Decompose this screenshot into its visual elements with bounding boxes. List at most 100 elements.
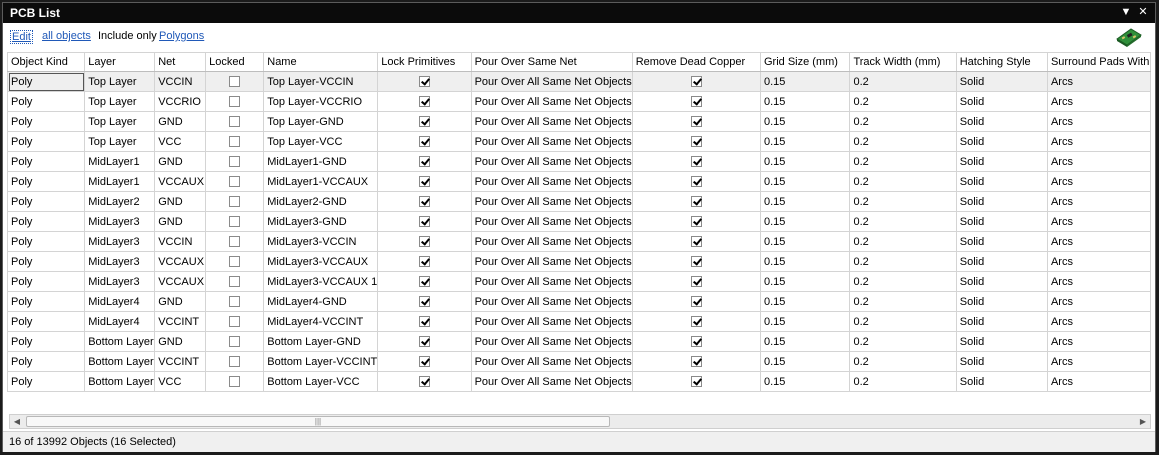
- pour-over-cell[interactable]: Pour Over All Same Net Objects: [470, 311, 633, 332]
- surround-pads-cell[interactable]: Arcs: [1046, 191, 1151, 212]
- name-cell[interactable]: MidLayer1-GND: [263, 151, 379, 172]
- pour-over-cell[interactable]: Pour Over All Same Net Objects: [470, 71, 633, 92]
- grid-size-cell[interactable]: 0.15: [759, 311, 851, 332]
- grid-size-cell[interactable]: 0.15: [759, 131, 851, 152]
- track-width-cell[interactable]: 0.2: [849, 211, 957, 232]
- grid-size-cell[interactable]: 0.15: [759, 251, 851, 272]
- locked-checkbox[interactable]: [229, 316, 241, 328]
- objects-grid[interactable]: Object Kind Layer Net Locked Name Lock Primit…: [7, 52, 1151, 412]
- remove-dead-copper-cell[interactable]: [631, 311, 762, 332]
- name-cell[interactable]: MidLayer4-VCCINT: [263, 311, 379, 332]
- net-cell[interactable]: VCCIN: [154, 71, 207, 92]
- surround-pads-cell[interactable]: Arcs: [1046, 231, 1151, 252]
- surround-pads-cell[interactable]: Arcs: [1046, 91, 1151, 112]
- object-kind-cell[interactable]: Poly: [7, 311, 86, 332]
- hatching-style-cell[interactable]: Solid: [955, 291, 1048, 312]
- remove-dead-copper-checkbox[interactable]: [690, 76, 702, 88]
- track-width-cell[interactable]: 0.2: [849, 311, 957, 332]
- net-cell[interactable]: GND: [154, 331, 207, 352]
- locked-cell[interactable]: [205, 251, 265, 272]
- remove-dead-copper-checkbox[interactable]: [690, 116, 702, 128]
- surround-pads-cell[interactable]: Arcs: [1046, 131, 1151, 152]
- locked-cell[interactable]: [205, 331, 265, 352]
- column-header-lock-primitives[interactable]: Lock Primitives: [377, 52, 472, 72]
- remove-dead-copper-cell[interactable]: [631, 71, 762, 92]
- net-cell[interactable]: VCCAUX: [154, 251, 207, 272]
- locked-cell[interactable]: [205, 131, 265, 152]
- lock-primitives-cell[interactable]: [377, 211, 472, 232]
- hatching-style-cell[interactable]: Solid: [955, 351, 1048, 372]
- layer-cell[interactable]: MidLayer4: [84, 311, 156, 332]
- layer-cell[interactable]: Top Layer: [84, 91, 156, 112]
- surround-pads-cell[interactable]: Arcs: [1046, 291, 1151, 312]
- locked-checkbox[interactable]: [229, 356, 241, 368]
- surround-pads-cell[interactable]: Arcs: [1046, 111, 1151, 132]
- track-width-cell[interactable]: 0.2: [849, 71, 957, 92]
- net-cell[interactable]: VCCIN: [154, 231, 207, 252]
- lock-primitives-cell[interactable]: [377, 351, 472, 372]
- remove-dead-copper-checkbox[interactable]: [690, 96, 702, 108]
- table-row[interactable]: Poly Top Layer VCC Top Layer-VCC Pour Over A…: [7, 131, 1151, 152]
- surround-pads-cell[interactable]: Arcs: [1046, 171, 1151, 192]
- pour-over-cell[interactable]: Pour Over All Same Net Objects: [470, 211, 633, 232]
- grid-size-cell[interactable]: 0.15: [759, 171, 851, 192]
- net-cell[interactable]: GND: [154, 151, 207, 172]
- object-kind-cell[interactable]: Poly: [7, 171, 86, 192]
- table-row[interactable]: Poly MidLayer4 GND MidLayer4-GND Pour Over A…: [7, 291, 1151, 312]
- remove-dead-copper-checkbox[interactable]: [690, 336, 702, 348]
- remove-dead-copper-cell[interactable]: [631, 91, 762, 112]
- locked-checkbox[interactable]: [229, 376, 241, 388]
- track-width-cell[interactable]: 0.2: [849, 291, 957, 312]
- layer-cell[interactable]: MidLayer3: [84, 231, 156, 252]
- lock-primitives-cell[interactable]: [377, 191, 472, 212]
- locked-cell[interactable]: [205, 371, 265, 392]
- scrollbar-thumb[interactable]: |||: [26, 416, 610, 427]
- lock-primitives-cell[interactable]: [377, 231, 472, 252]
- hatching-style-cell[interactable]: Solid: [955, 311, 1048, 332]
- track-width-cell[interactable]: 0.2: [849, 151, 957, 172]
- column-header-hatching-style[interactable]: Hatching Style: [955, 52, 1048, 72]
- locked-cell[interactable]: [205, 71, 265, 92]
- track-width-cell[interactable]: 0.2: [849, 251, 957, 272]
- locked-cell[interactable]: [205, 271, 265, 292]
- hatching-style-cell[interactable]: Solid: [955, 151, 1048, 172]
- pour-over-cell[interactable]: Pour Over All Same Net Objects: [470, 371, 633, 392]
- object-kind-cell[interactable]: Poly: [7, 331, 86, 352]
- pour-over-cell[interactable]: Pour Over All Same Net Objects: [470, 331, 633, 352]
- surround-pads-cell[interactable]: Arcs: [1046, 371, 1151, 392]
- remove-dead-copper-cell[interactable]: [631, 151, 762, 172]
- locked-checkbox[interactable]: [229, 156, 241, 168]
- object-kind-cell[interactable]: Poly: [7, 371, 86, 392]
- surround-pads-cell[interactable]: Arcs: [1046, 251, 1151, 272]
- lock-primitives-checkbox[interactable]: [418, 216, 430, 228]
- surround-pads-cell[interactable]: Arcs: [1046, 151, 1151, 172]
- layer-cell[interactable]: MidLayer2: [84, 191, 156, 212]
- hatching-style-cell[interactable]: Solid: [955, 331, 1048, 352]
- track-width-cell[interactable]: 0.2: [849, 191, 957, 212]
- object-kind-cell[interactable]: Poly: [7, 231, 86, 252]
- remove-dead-copper-cell[interactable]: [631, 171, 762, 192]
- lock-primitives-cell[interactable]: [377, 371, 472, 392]
- layer-cell[interactable]: Top Layer: [84, 131, 156, 152]
- layer-cell[interactable]: MidLayer3: [84, 271, 156, 292]
- net-cell[interactable]: VCCAUX: [154, 171, 207, 192]
- scroll-left-arrow-icon[interactable]: ◀: [10, 415, 24, 428]
- net-cell[interactable]: VCCINT: [154, 351, 207, 372]
- grid-size-cell[interactable]: 0.15: [759, 231, 851, 252]
- grid-size-cell[interactable]: 0.15: [759, 91, 851, 112]
- locked-checkbox[interactable]: [229, 216, 241, 228]
- grid-size-cell[interactable]: 0.15: [759, 271, 851, 292]
- remove-dead-copper-checkbox[interactable]: [690, 276, 702, 288]
- net-cell[interactable]: GND: [154, 291, 207, 312]
- remove-dead-copper-cell[interactable]: [631, 251, 762, 272]
- lock-primitives-cell[interactable]: [377, 151, 472, 172]
- object-kind-cell[interactable]: Poly: [7, 151, 86, 172]
- lock-primitives-checkbox[interactable]: [418, 196, 430, 208]
- net-cell[interactable]: VCCRIO: [154, 91, 207, 112]
- table-row[interactable]: Poly MidLayer3 VCCIN MidLayer3-VCCIN Pour Ov…: [7, 231, 1151, 252]
- layer-cell[interactable]: MidLayer4: [84, 291, 156, 312]
- table-row[interactable]: Poly MidLayer4 VCCINT MidLayer4-VCCINT Pour …: [7, 311, 1151, 332]
- object-kind-cell[interactable]: Poly: [7, 251, 86, 272]
- lock-primitives-checkbox[interactable]: [418, 336, 430, 348]
- track-width-cell[interactable]: 0.2: [849, 91, 957, 112]
